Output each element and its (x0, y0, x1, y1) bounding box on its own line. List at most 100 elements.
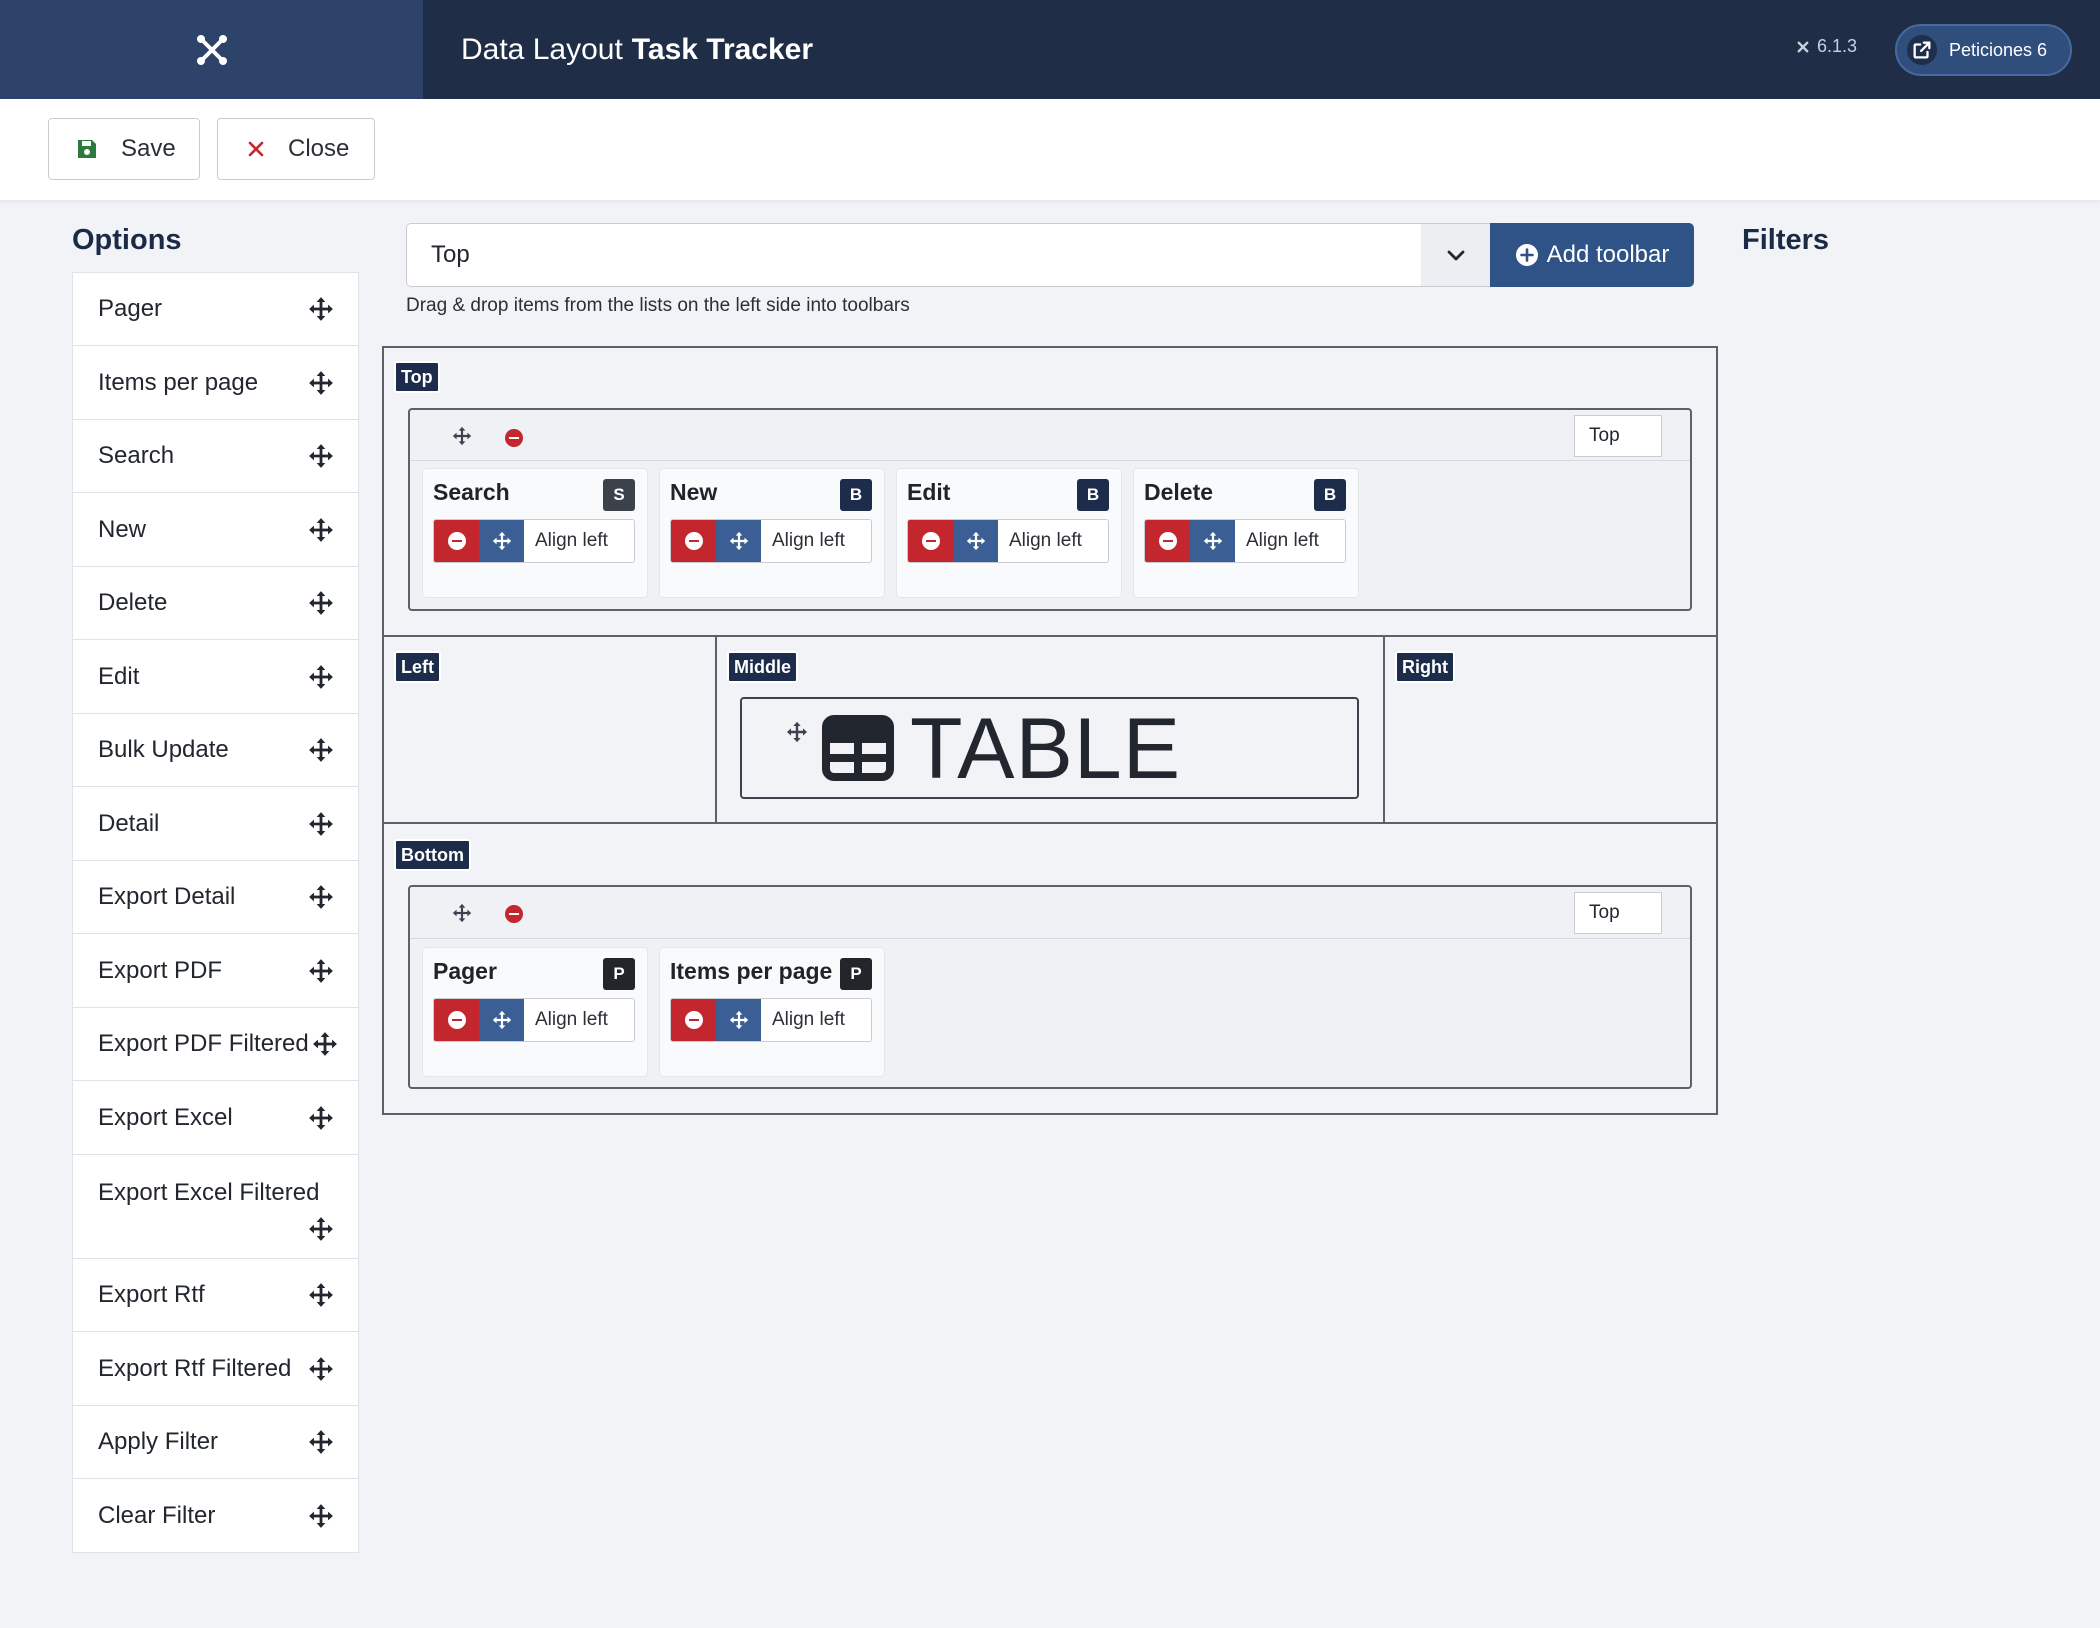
option-item-items-per-page[interactable]: Items per page (73, 346, 358, 420)
zone-tag-left: Left (394, 651, 441, 683)
close-button[interactable]: Close (217, 118, 375, 180)
toolbar-item-new[interactable]: New B Align left (659, 468, 885, 598)
option-item-search[interactable]: Search (73, 420, 358, 493)
option-item-clear-filter[interactable]: Clear Filter (73, 1479, 358, 1552)
move-icon[interactable] (308, 884, 334, 910)
table-placeholder[interactable]: TABLE (740, 697, 1359, 799)
toolbar-item-pager[interactable]: Pager P Align left (422, 947, 648, 1077)
align-select[interactable]: Align left (761, 999, 871, 1041)
move-item-button[interactable] (1190, 520, 1235, 562)
move-icon[interactable] (308, 737, 334, 763)
table-label: TABLE (910, 701, 1182, 797)
remove-item-button[interactable] (671, 999, 716, 1041)
toolbar-item-delete[interactable]: Delete B Align left (1133, 468, 1359, 598)
option-item-detail[interactable]: Detail (73, 787, 358, 861)
align-select[interactable]: Align left (761, 520, 871, 562)
site-link-label: Peticiones 6 (1949, 39, 2048, 60)
toolbar-position-field[interactable]: Top (1574, 415, 1662, 457)
page-title-name: Task Tracker (631, 32, 814, 66)
toolbar-item-search[interactable]: Search S Align left (422, 468, 648, 598)
move-icon[interactable] (786, 721, 808, 743)
option-item-export-pdf[interactable]: Export PDF (73, 934, 358, 1008)
align-select[interactable]: Align left (524, 520, 634, 562)
option-item-export-pdf-filtered[interactable]: Export PDF Filtered (73, 1008, 358, 1081)
minus-circle-icon (921, 532, 940, 550)
remove-item-button[interactable] (908, 520, 953, 562)
item-controls: Align left (907, 519, 1109, 563)
logo[interactable] (0, 0, 423, 99)
toolbar-box-top: Top Search S Align left New B Align left… (408, 408, 1692, 611)
zone-tag-bottom: Bottom (394, 839, 471, 871)
move-icon[interactable] (308, 517, 334, 543)
add-toolbar-label: Add toolbar (1546, 241, 1670, 268)
x-icon (248, 141, 264, 157)
align-select[interactable]: Align left (1235, 520, 1345, 562)
remove-item-button[interactable] (671, 520, 716, 562)
option-item-export-detail[interactable]: Export Detail (73, 861, 358, 934)
option-item-new[interactable]: New (73, 493, 358, 567)
remove-toolbar-icon[interactable] (505, 905, 523, 923)
remove-item-button[interactable] (1145, 520, 1190, 562)
option-item-pager[interactable]: Pager (73, 273, 358, 346)
move-icon[interactable] (308, 590, 334, 616)
move-icon[interactable] (308, 1105, 334, 1131)
zone-tag-right: Right (1395, 651, 1455, 683)
zone-tag-middle: Middle (727, 651, 798, 683)
add-toolbar-button[interactable]: Add toolbar (1490, 223, 1694, 287)
option-item-delete[interactable]: Delete (73, 567, 358, 640)
chevron-down-icon[interactable] (1421, 224, 1491, 286)
move-item-button[interactable] (716, 520, 761, 562)
move-icon[interactable] (308, 370, 334, 396)
option-item-export-rtf[interactable]: Export Rtf (73, 1259, 358, 1332)
move-icon[interactable] (308, 664, 334, 690)
option-item-export-rtf-filtered[interactable]: Export Rtf Filtered (73, 1332, 358, 1406)
move-icon (492, 1010, 512, 1030)
move-icon[interactable] (308, 1216, 334, 1242)
item-type-badge: S (603, 479, 635, 511)
close-label: Close (288, 135, 350, 162)
move-icon[interactable] (308, 811, 334, 837)
item-controls: Align left (433, 519, 635, 563)
item-controls: Align left (670, 998, 872, 1042)
save-button[interactable]: Save (48, 118, 200, 180)
move-icon[interactable] (308, 1282, 334, 1308)
toolbar-position-field[interactable]: Top (1574, 892, 1662, 934)
toolbar-item-edit[interactable]: Edit B Align left (896, 468, 1122, 598)
move-icon[interactable] (308, 1503, 334, 1529)
move-item-button[interactable] (479, 520, 524, 562)
item-controls: Align left (433, 998, 635, 1042)
option-item-bulk-update[interactable]: Bulk Update (73, 714, 358, 787)
joomla-icon (1797, 41, 1809, 52)
move-icon[interactable] (308, 1429, 334, 1455)
option-item-edit[interactable]: Edit (73, 640, 358, 714)
option-item-export-excel-filtered[interactable]: Export Excel Filtered (73, 1155, 358, 1259)
move-icon[interactable] (308, 958, 334, 984)
move-item-button[interactable] (479, 999, 524, 1041)
move-icon[interactable] (308, 443, 334, 469)
align-select[interactable]: Align left (524, 999, 634, 1041)
remove-item-button[interactable] (434, 999, 479, 1041)
remove-toolbar-icon[interactable] (505, 429, 523, 447)
site-link-button[interactable]: Peticiones 6 (1895, 24, 2072, 76)
move-icon[interactable] (308, 296, 334, 322)
item-type-badge: B (1077, 479, 1109, 511)
move-item-button[interactable] (716, 999, 761, 1041)
move-icon[interactable] (452, 426, 472, 446)
move-icon (729, 1010, 749, 1030)
plus-circle-icon (1515, 244, 1538, 266)
toolbar-item-items-per-page[interactable]: Items per page P Align left (659, 947, 885, 1077)
toolbar-position-value: Top (431, 241, 470, 268)
toolbar-position-select[interactable]: Top (406, 223, 1491, 287)
drag-drop-hint: Drag & drop items from the lists on the … (406, 295, 910, 316)
move-item-button[interactable] (953, 520, 998, 562)
move-icon[interactable] (308, 1356, 334, 1382)
align-select[interactable]: Align left (998, 520, 1108, 562)
floppy-disk-icon (78, 140, 96, 158)
remove-item-button[interactable] (434, 520, 479, 562)
move-icon[interactable] (452, 903, 472, 923)
move-icon[interactable] (312, 1031, 338, 1057)
option-item-apply-filter[interactable]: Apply Filter (73, 1406, 358, 1479)
move-icon (966, 531, 986, 551)
item-type-badge: B (1314, 479, 1346, 511)
option-item-export-excel[interactable]: Export Excel (73, 1081, 358, 1155)
